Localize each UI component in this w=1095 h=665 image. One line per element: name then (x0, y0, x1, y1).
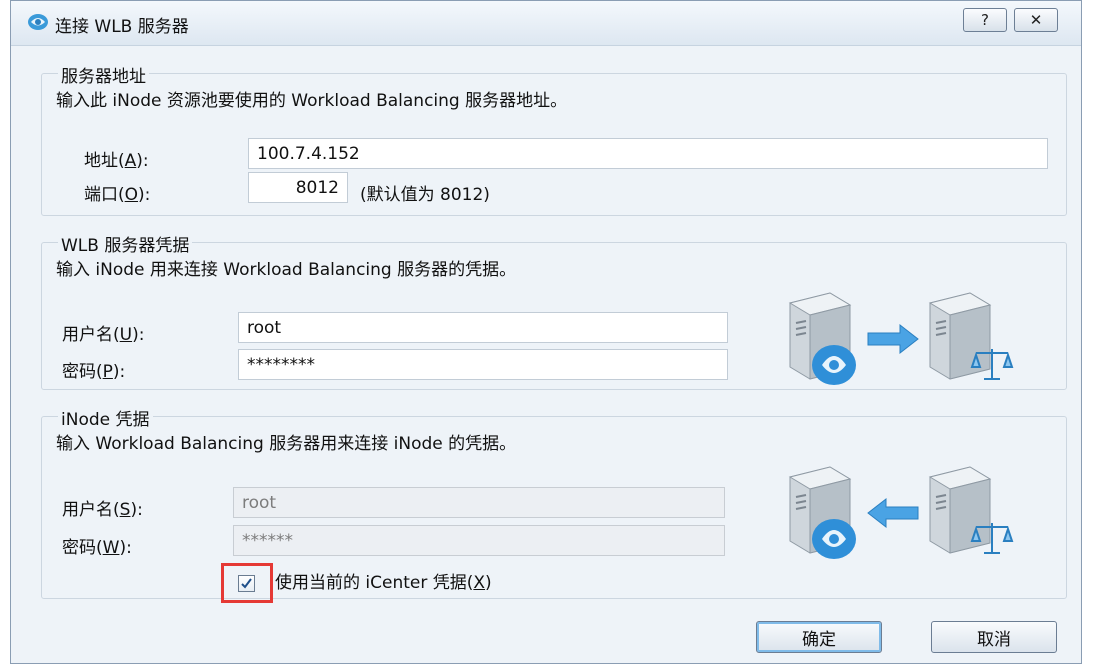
address-input[interactable]: 100.7.4.152 (248, 138, 1048, 169)
window-title: 连接 WLB 服务器 (55, 17, 189, 37)
wlb-credentials-group: WLB 服务器凭据 输入 iNode 用来连接 Workload Balanci… (41, 231, 1067, 390)
server-address-group: 服务器地址 输入此 iNode 资源池要使用的 Workload Balanci… (41, 62, 1067, 216)
wlb-username-label: 用户名(U): (62, 325, 145, 345)
wlb-to-inode-illustration (788, 466, 1014, 559)
inode-password-label: 密码(W): (62, 538, 132, 558)
port-label: 端口(O): (84, 185, 151, 205)
use-current-credentials-label[interactable]: 使用当前的 iCenter 凭据(X) (275, 568, 492, 593)
port-input[interactable]: 8012 (248, 172, 348, 203)
arrow-left-icon (867, 497, 919, 529)
inode-server-icon (788, 466, 856, 559)
balance-scale-icon (970, 523, 1014, 554)
inode-server-icon (788, 292, 856, 385)
use-current-credentials-checkbox[interactable] (238, 575, 255, 592)
inode-username-input[interactable]: root (233, 487, 725, 518)
title-bar: 连接 WLB 服务器 ? ✕ (11, 1, 1081, 46)
inode-credentials-group: iNode 凭据 输入 Workload Balancing 服务器用来连接 i… (41, 405, 1067, 599)
wlb-credentials-description: 输入 iNode 用来连接 Workload Balancing 服务器的凭据。 (56, 260, 517, 280)
wlb-credentials-legend: WLB 服务器凭据 (58, 231, 193, 256)
inode-password-input[interactable]: ****** (233, 525, 725, 556)
inode-credentials-legend: iNode 凭据 (58, 405, 153, 430)
wlb-server-icon (928, 292, 992, 380)
inode-credentials-description: 输入 Workload Balancing 服务器用来连接 iNode 的凭据。 (56, 434, 517, 454)
inode-to-wlb-illustration (788, 292, 1014, 385)
port-default-hint: (默认值为 8012) (360, 185, 490, 205)
inode-username-label: 用户名(S): (62, 500, 143, 520)
close-button[interactable]: ✕ (1014, 8, 1058, 32)
close-icon: ✕ (1029, 11, 1043, 29)
wlb-server-icon (928, 466, 992, 554)
wlb-password-input[interactable]: ******** (238, 349, 728, 380)
help-button[interactable]: ? (963, 8, 1007, 32)
app-icon (28, 14, 48, 30)
connect-wlb-dialog: 连接 WLB 服务器 ? ✕ 服务器地址 输入此 iNode 资源池要使用的 W… (10, 0, 1082, 664)
server-address-description: 输入此 iNode 资源池要使用的 Workload Balancing 服务器… (56, 91, 568, 111)
checkbox-highlight-box (221, 563, 273, 603)
balance-scale-icon (970, 349, 1014, 380)
help-icon: ? (981, 11, 989, 29)
address-label: 地址(A): (84, 151, 149, 171)
checkmark-icon (241, 578, 252, 589)
server-address-legend: 服务器地址 (58, 62, 149, 87)
arrow-right-icon (867, 323, 919, 355)
cancel-button[interactable]: 取消 (931, 621, 1057, 653)
ok-button[interactable]: 确定 (756, 621, 882, 653)
wlb-password-label: 密码(P): (62, 362, 126, 382)
wlb-username-input[interactable]: root (238, 312, 728, 343)
